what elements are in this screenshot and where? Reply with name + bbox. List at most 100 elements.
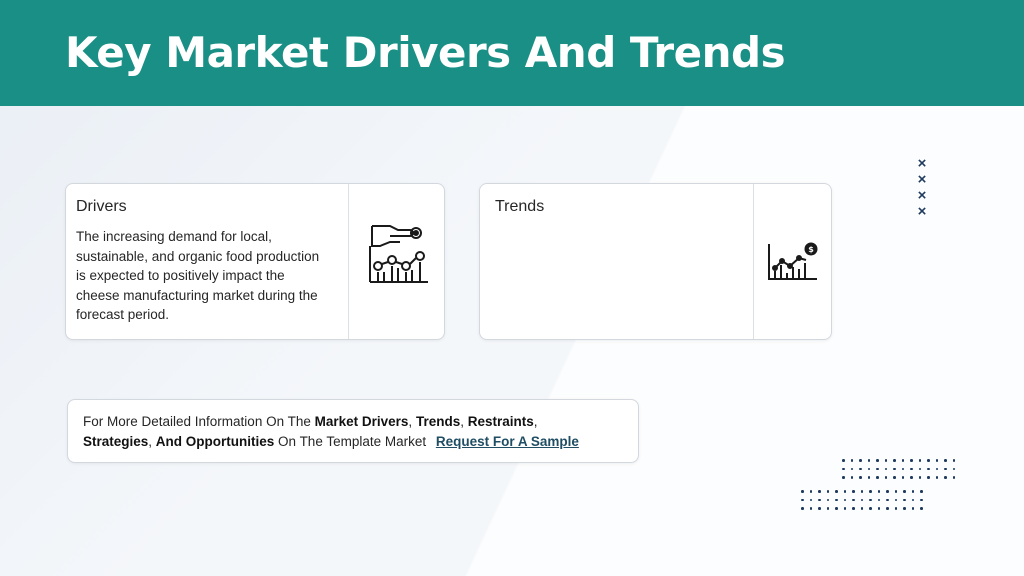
decor-dot [850, 459, 853, 462]
decor-dot [809, 490, 812, 493]
info-strategies: Strategies [83, 434, 149, 449]
decor-dot [927, 476, 930, 479]
decor-dot [842, 476, 845, 479]
drivers-title: Drivers [76, 198, 127, 215]
decor-dot [884, 476, 887, 479]
decor-dot [901, 467, 904, 470]
decor-dot [843, 507, 846, 510]
decor-dot [809, 507, 812, 510]
decor-dot [935, 467, 938, 470]
decor-dot [903, 507, 906, 510]
decor-dot [835, 490, 838, 493]
decor-dot [867, 476, 870, 479]
decor-dot [826, 507, 829, 510]
request-sample-link[interactable]: Request For A Sample [436, 434, 579, 449]
decor-dot [944, 467, 947, 470]
decor-dot [927, 459, 930, 462]
decor-dot [877, 507, 880, 510]
decor-dot [911, 498, 914, 501]
decor-dot [920, 490, 923, 493]
decor-dot [877, 490, 880, 493]
decor-dot [894, 498, 897, 501]
decor-dot [877, 498, 880, 501]
decor-dot [918, 467, 921, 470]
decor-dot [894, 507, 897, 510]
decor-dot [893, 459, 896, 462]
decor-dot [894, 490, 897, 493]
background-wedge [0, 106, 1024, 576]
decor-dot [809, 498, 812, 501]
decor-dot [859, 459, 862, 462]
decor-dot [842, 467, 845, 470]
decor-dot [835, 498, 838, 501]
info-text: For More Detailed Information On The Mar… [83, 412, 628, 452]
decor-dot [920, 498, 923, 501]
decor-dot [818, 507, 821, 510]
decor-dot [869, 498, 872, 501]
decor-dot [935, 476, 938, 479]
decor-dot [901, 459, 904, 462]
decor-dot [869, 507, 872, 510]
decor-dot [860, 498, 863, 501]
decor-dot [852, 498, 855, 501]
decor-dot [876, 459, 879, 462]
info-separator: , [460, 414, 468, 429]
decor-dot [918, 476, 921, 479]
card-divider [753, 184, 754, 339]
decor-dot [850, 476, 853, 479]
decor-dot [927, 467, 930, 470]
decor-dot [876, 476, 879, 479]
decor-dot [818, 498, 821, 501]
decor-dot [944, 476, 947, 479]
decor-dot [886, 490, 889, 493]
decor-dot [911, 490, 914, 493]
decor-dot [876, 467, 879, 470]
decor-dot [852, 507, 855, 510]
bar-chart-dollar-icon: $ [766, 242, 820, 282]
trends-card: Trends $ [479, 183, 832, 340]
drivers-body: The increasing demand for local, sustain… [76, 229, 320, 322]
decor-dot [867, 467, 870, 470]
info-separator: , [408, 414, 416, 429]
decor-dot [952, 459, 955, 462]
decor-dot [801, 498, 804, 501]
decor-dot [860, 490, 863, 493]
decor-dot [801, 490, 804, 493]
decor-dot [893, 476, 896, 479]
info-prefix: For More Detailed Information On The [83, 414, 315, 429]
info-and-opportunities: And Opportunities [155, 434, 275, 449]
x-mark-icon: × [917, 187, 927, 204]
decorative-x-marks: × × × × [913, 156, 931, 220]
card-divider [348, 184, 349, 339]
decor-dot [910, 459, 913, 462]
decor-dot [911, 507, 914, 510]
decor-dot [910, 467, 913, 470]
info-suffix: On The Template Market [274, 434, 430, 449]
decor-dot [867, 459, 870, 462]
decor-dot [935, 459, 938, 462]
info-separator: , [148, 434, 156, 449]
header-bar: Key Market Drivers And Trends [0, 0, 1024, 106]
decor-dot [944, 459, 947, 462]
decor-dot [884, 467, 887, 470]
decor-dot [826, 490, 829, 493]
decor-dot [869, 490, 872, 493]
x-mark-icon: × [917, 171, 927, 188]
decor-dot [952, 476, 955, 479]
svg-text:$: $ [808, 245, 814, 254]
decor-dot [818, 490, 821, 493]
trends-title: Trends [495, 198, 545, 215]
page-title: Key Market Drivers And Trends [65, 28, 786, 77]
hand-graph-icon [366, 220, 430, 286]
decor-dot [843, 490, 846, 493]
decor-dot [918, 459, 921, 462]
info-market-drivers: Market Drivers [314, 414, 409, 429]
decor-dot [886, 498, 889, 501]
decor-dot [952, 467, 955, 470]
info-separator: , [533, 414, 538, 429]
decor-dot [835, 507, 838, 510]
info-trends: Trends [415, 414, 461, 429]
decor-dot [859, 476, 862, 479]
decor-dot [903, 490, 906, 493]
x-mark-icon: × [917, 203, 927, 220]
